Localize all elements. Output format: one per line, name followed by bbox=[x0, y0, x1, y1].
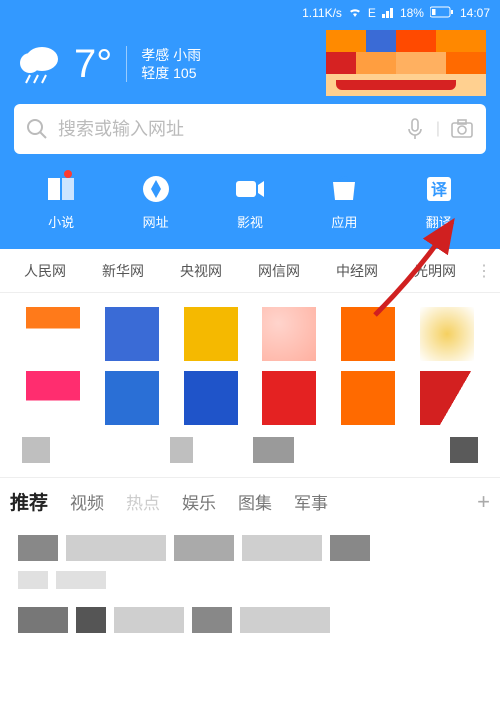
news-tab[interactable]: 网信网 bbox=[240, 261, 318, 281]
content-tab-recommend[interactable]: 推荐 bbox=[10, 488, 48, 515]
site-tile[interactable] bbox=[420, 371, 474, 425]
content-tabs: 推荐 视频 热点 娱乐 图集 军事 + bbox=[0, 477, 500, 525]
mini-tile[interactable] bbox=[170, 437, 194, 463]
news-tab[interactable]: 央视网 bbox=[162, 261, 240, 281]
book-icon bbox=[44, 172, 78, 206]
quicknav-novel[interactable]: 小说 bbox=[44, 172, 78, 231]
search-input[interactable] bbox=[58, 119, 394, 140]
signal-icon bbox=[382, 6, 394, 21]
feed-area bbox=[0, 525, 500, 653]
content-tab-video[interactable]: 视频 bbox=[70, 489, 104, 514]
network-type: E bbox=[368, 6, 376, 20]
site-tile[interactable] bbox=[262, 371, 316, 425]
quick-nav: 小说 网址 影视 应用 译 翻译 bbox=[14, 172, 486, 231]
battery-pct: 18% bbox=[400, 6, 424, 20]
compass-icon bbox=[139, 172, 173, 206]
mini-row bbox=[0, 431, 500, 477]
search-bar[interactable]: | bbox=[14, 104, 486, 154]
video-icon bbox=[233, 172, 267, 206]
svg-text:译: 译 bbox=[431, 181, 448, 199]
quicknav-label: 翻译 bbox=[426, 212, 452, 231]
mini-tile[interactable] bbox=[253, 437, 293, 463]
feed-text bbox=[242, 535, 322, 561]
quicknav-label: 影视 bbox=[237, 212, 263, 231]
news-tab[interactable]: 光明网 bbox=[396, 261, 474, 281]
site-tile[interactable] bbox=[341, 371, 395, 425]
news-tabs: 人民网 新华网 央视网 网信网 中经网 光明网 ⋮ bbox=[0, 249, 500, 293]
feed-text bbox=[114, 607, 184, 633]
content-tab-mil[interactable]: 军事 bbox=[294, 489, 328, 514]
news-tab[interactable]: 人民网 bbox=[6, 261, 84, 281]
wifi-icon bbox=[348, 6, 362, 21]
content-tab-ent[interactable]: 娱乐 bbox=[182, 489, 216, 514]
search-icon bbox=[26, 118, 48, 140]
add-tab-icon[interactable]: + bbox=[477, 489, 490, 515]
site-tile[interactable] bbox=[26, 307, 80, 361]
more-icon[interactable]: ⋮ bbox=[474, 261, 494, 281]
net-speed: 1.11K/s bbox=[302, 6, 342, 20]
mini-tile[interactable] bbox=[450, 437, 478, 463]
feed-text bbox=[18, 535, 58, 561]
temperature: 7° bbox=[74, 44, 112, 84]
quicknav-label: 应用 bbox=[331, 212, 357, 231]
mini-tile[interactable] bbox=[22, 437, 50, 463]
site-tile[interactable] bbox=[184, 371, 238, 425]
weather-cloud-rain-icon bbox=[14, 39, 64, 89]
site-tile[interactable] bbox=[341, 307, 395, 361]
feed-text bbox=[174, 535, 234, 561]
quicknav-translate[interactable]: 译 翻译 bbox=[422, 172, 456, 231]
site-tile[interactable] bbox=[262, 307, 316, 361]
quicknav-label: 小说 bbox=[48, 212, 74, 231]
translate-icon: 译 bbox=[422, 172, 456, 206]
news-tab[interactable]: 新华网 bbox=[84, 261, 162, 281]
feed-text bbox=[66, 535, 166, 561]
site-tile[interactable] bbox=[105, 371, 159, 425]
site-tile[interactable] bbox=[26, 371, 80, 425]
feed-text bbox=[330, 535, 370, 561]
ad-banner[interactable] bbox=[326, 30, 486, 96]
battery-icon bbox=[430, 6, 454, 21]
feed-text bbox=[18, 571, 48, 589]
site-tile[interactable] bbox=[105, 307, 159, 361]
content-tab-gallery[interactable]: 图集 bbox=[238, 489, 272, 514]
quicknav-label: 网址 bbox=[143, 212, 169, 231]
bag-icon bbox=[327, 172, 361, 206]
news-tab[interactable]: 中经网 bbox=[318, 261, 396, 281]
feed-text bbox=[56, 571, 106, 589]
feed-text bbox=[18, 607, 68, 633]
site-grid bbox=[0, 293, 500, 431]
quicknav-video[interactable]: 影视 bbox=[233, 172, 267, 231]
quicknav-apps[interactable]: 应用 bbox=[327, 172, 361, 231]
weather-info: 孝感 小雨 轻度 105 bbox=[141, 46, 201, 82]
header: 7° 孝感 小雨 轻度 105 | bbox=[0, 26, 500, 249]
status-bar: 1.11K/s E 18% 14:07 bbox=[0, 0, 500, 26]
feed-text bbox=[76, 607, 106, 633]
feed-text bbox=[192, 607, 232, 633]
mic-icon[interactable] bbox=[404, 117, 426, 141]
content-tab-hot[interactable]: 热点 bbox=[126, 489, 160, 514]
divider bbox=[126, 46, 127, 82]
site-tile[interactable] bbox=[184, 307, 238, 361]
quicknav-sites[interactable]: 网址 bbox=[139, 172, 173, 231]
clock: 14:07 bbox=[460, 6, 490, 20]
site-tile[interactable] bbox=[420, 307, 474, 361]
feed-text bbox=[240, 607, 330, 633]
camera-icon[interactable] bbox=[450, 118, 474, 140]
